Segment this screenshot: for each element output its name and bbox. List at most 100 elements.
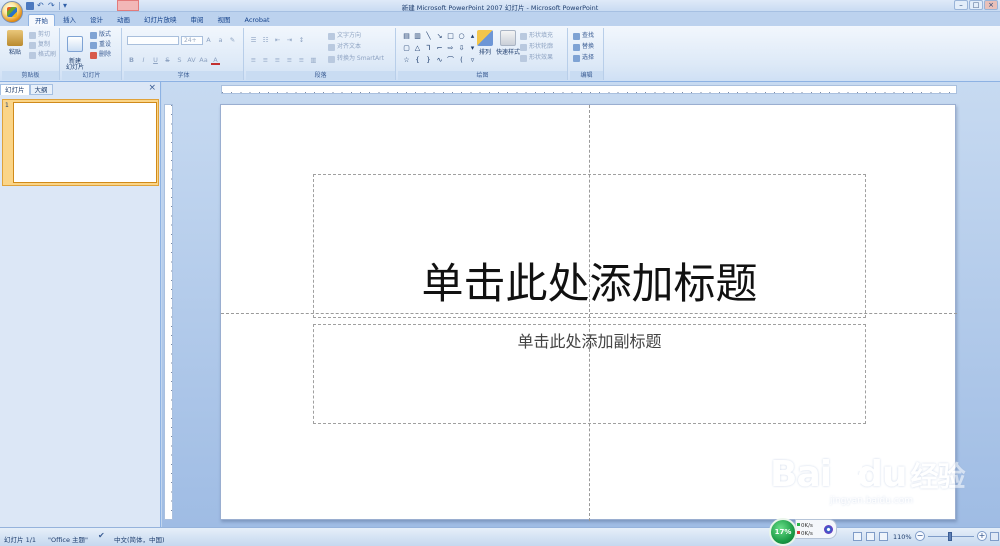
font-name-field[interactable] — [127, 36, 179, 45]
cut-button[interactable]: 剪切 — [29, 31, 50, 39]
normal-view-icon[interactable] — [853, 532, 862, 541]
slide-sorter-view-icon[interactable] — [866, 532, 875, 541]
arrange-button[interactable]: 排列 — [474, 30, 496, 56]
tab-outline-pane[interactable]: 大纲 — [29, 84, 53, 95]
reset-button[interactable]: 重设 — [90, 41, 111, 49]
tab-animations[interactable]: 动画 — [111, 14, 136, 26]
shape-rect-icon[interactable]: □ — [446, 32, 455, 41]
tab-slideshow[interactable]: 幻灯片放映 — [138, 14, 183, 26]
shape-fill-button[interactable]: 形状填充 — [520, 32, 553, 40]
zoom-slider-thumb[interactable] — [948, 532, 952, 541]
zoom-in-button[interactable]: + — [977, 531, 987, 541]
horizontal-ruler[interactable] — [221, 85, 957, 94]
shapes-gallery[interactable]: ▤ ▥ ╲ ↘ □ ○ ▴ ▢ △ ⅂ ⌐ ⇨ ⇩ ▾ ☆ { } ∿ ⌒ ( … — [402, 32, 478, 65]
justify-icon[interactable]: ≡ — [285, 56, 294, 65]
shape-right-arrow-icon[interactable]: ⇨ — [446, 44, 455, 53]
delete-button[interactable]: 删除 — [90, 51, 111, 59]
office-button[interactable] — [1, 1, 23, 23]
increase-indent-icon[interactable]: ⇥ — [285, 36, 294, 45]
strikethrough-icon[interactable]: S — [163, 56, 172, 65]
char-spacing-icon[interactable]: AV — [187, 56, 196, 65]
shape-line-icon[interactable]: ╲ — [424, 32, 433, 41]
shape-star-icon[interactable]: ☆ — [402, 56, 411, 65]
align-left-icon[interactable]: ≡ — [249, 56, 258, 65]
align-text-button[interactable]: 对齐文本 — [328, 43, 361, 51]
layout-button[interactable]: 版式 — [90, 31, 111, 39]
shape-dropdown-icon[interactable]: ▿ — [468, 56, 477, 65]
decrease-indent-icon[interactable]: ⇤ — [273, 36, 282, 45]
shape-vtextbox-icon[interactable]: ▥ — [413, 32, 422, 41]
select-button[interactable]: 选择 — [573, 54, 594, 62]
shape-effects-button[interactable]: 形状效果 — [520, 54, 553, 62]
zoom-level[interactable]: 110% — [893, 533, 912, 541]
distribute-icon[interactable]: ≡ — [297, 56, 306, 65]
shape-down-arrow-icon[interactable]: ⇩ — [457, 44, 466, 53]
italic-icon[interactable]: I — [139, 56, 148, 65]
align-center-icon[interactable]: ≡ — [261, 56, 270, 65]
shape-arrow-line-icon[interactable]: ↘ — [435, 32, 444, 41]
align-right-icon[interactable]: ≡ — [273, 56, 282, 65]
replace-button[interactable]: 替换 — [573, 43, 594, 51]
spellcheck-icon[interactable]: ✔ — [98, 532, 106, 540]
language-indicator[interactable]: 中文(简体，中国) — [114, 534, 165, 544]
tab-acrobat[interactable]: Acrobat — [239, 14, 276, 26]
tab-review[interactable]: 审阅 — [185, 14, 210, 26]
title-placeholder[interactable]: 单击此处添加标题 — [313, 174, 866, 318]
clear-format-icon[interactable]: ✎ — [228, 36, 237, 45]
pane-close-icon[interactable]: × — [148, 84, 156, 93]
vertical-ruler[interactable] — [164, 104, 173, 520]
shape-brace-open-icon[interactable]: { — [413, 56, 422, 65]
shape-freeform-icon[interactable]: ∿ — [435, 56, 444, 65]
copy-button[interactable]: 复制 — [29, 41, 50, 49]
shape-wave-icon[interactable]: ⌒ — [446, 56, 455, 65]
find-button[interactable]: 查找 — [573, 32, 594, 40]
shape-triangle-icon[interactable]: △ — [413, 44, 422, 53]
new-slide-button[interactable]: 新建 幻灯片 — [64, 30, 86, 71]
slideshow-view-icon[interactable] — [879, 532, 888, 541]
shape-rounded-rect-icon[interactable]: ▢ — [402, 44, 411, 53]
browser-icon — [824, 525, 833, 534]
convert-smartart-button[interactable]: 转换为 SmartArt — [328, 55, 384, 63]
shape-textbox-icon[interactable]: ▤ — [402, 32, 411, 41]
bold-icon[interactable]: B — [127, 56, 136, 65]
numbering-icon[interactable]: ☷ — [261, 36, 270, 45]
shape-paren-icon[interactable]: ( — [457, 56, 466, 65]
slide-thumbnail[interactable] — [13, 102, 157, 183]
network-monitor-widget[interactable]: 0K/s 0K/s — [795, 519, 837, 539]
theme-name[interactable]: "Office 主题" — [48, 534, 88, 544]
close-button[interactable]: × — [984, 0, 998, 10]
slide-thumbnail-selected[interactable]: 1 — [2, 99, 159, 186]
font-color-icon[interactable]: A — [211, 56, 220, 65]
paste-button[interactable]: 粘贴 — [4, 30, 26, 56]
shape-curve-icon[interactable]: ⌐ — [435, 44, 444, 53]
font-group-label: 字体 — [124, 71, 243, 80]
zoom-out-button[interactable]: − — [915, 531, 925, 541]
format-painter-button[interactable]: 格式刷 — [29, 51, 56, 59]
minimize-button[interactable]: – — [954, 0, 968, 10]
shadow-icon[interactable]: S — [175, 56, 184, 65]
window-title: 新建 Microsoft PowerPoint 2007 幻灯片 - Micro… — [401, 4, 599, 12]
shape-oval-icon[interactable]: ○ — [457, 32, 466, 41]
tab-home[interactable]: 开始 — [28, 14, 55, 26]
tab-slides-pane[interactable]: 幻灯片 — [0, 84, 30, 95]
subtitle-placeholder[interactable]: 单击此处添加副标题 — [313, 324, 866, 424]
speed-meter-widget[interactable]: 17% — [769, 518, 797, 546]
bullets-icon[interactable]: ☰ — [249, 36, 258, 45]
shape-elbow-icon[interactable]: ⅂ — [424, 44, 433, 53]
maximize-button[interactable]: □ — [969, 0, 983, 10]
underline-icon[interactable]: U — [151, 56, 160, 65]
columns-icon[interactable]: ▥ — [309, 56, 318, 65]
tab-view[interactable]: 视图 — [212, 14, 237, 26]
shrink-font-icon[interactable]: a — [216, 36, 225, 45]
shape-brace-close-icon[interactable]: } — [424, 56, 433, 65]
text-direction-button[interactable]: 文字方向 — [328, 32, 361, 40]
quick-styles-button[interactable]: 快速样式 — [496, 30, 520, 56]
grow-font-icon[interactable]: A — [204, 36, 213, 45]
line-spacing-icon[interactable]: ↕ — [297, 36, 306, 45]
shape-outline-button[interactable]: 形状轮廓 — [520, 43, 553, 51]
fit-to-window-icon[interactable] — [990, 532, 999, 541]
font-size-field[interactable]: 24+ — [181, 36, 203, 45]
tab-insert[interactable]: 插入 — [57, 14, 82, 26]
change-case-icon[interactable]: Aa — [199, 56, 208, 65]
tab-design[interactable]: 设计 — [84, 14, 109, 26]
